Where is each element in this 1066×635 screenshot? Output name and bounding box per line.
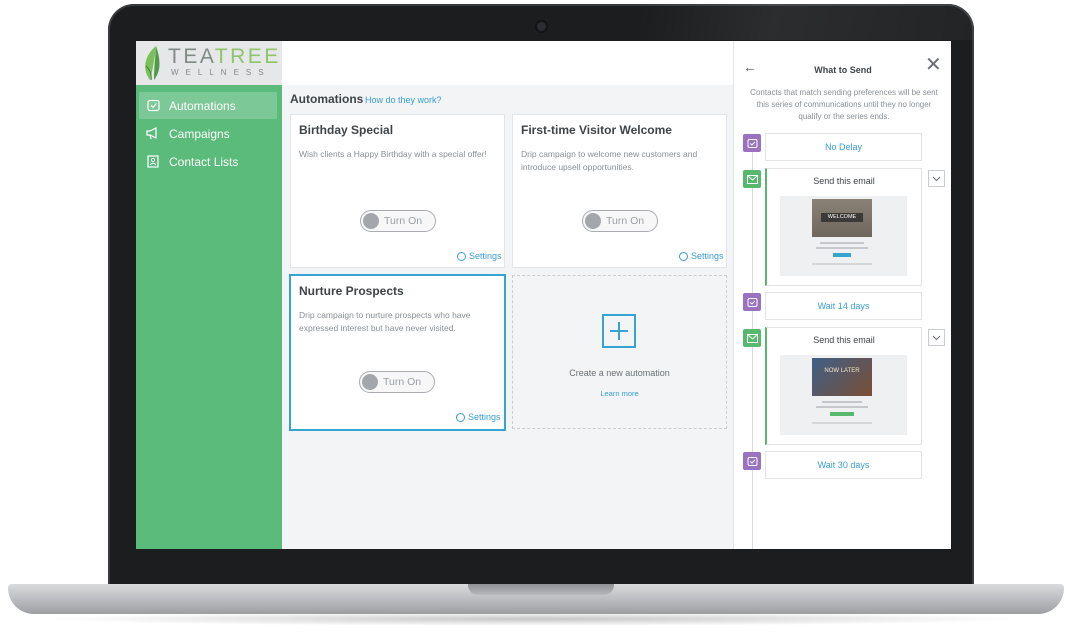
automation-card-visitor-welcome[interactable]: First-time Visitor Welcome Drip campaign… [512,114,727,268]
toggle-knob [363,213,379,229]
chevron-down-icon [932,176,941,181]
turn-on-toggle[interactable]: Turn On [582,210,658,232]
thumbnail-text-line [812,263,872,265]
sidebar-item-label: Campaigns [169,126,230,141]
expand-step-button[interactable] [928,329,945,346]
thumbnail-text-line [820,242,864,244]
brand-tagline: WELLNESS [171,68,271,77]
thumbnail-image: WELCOME [812,199,872,237]
thumbnail-button [833,253,851,257]
brand-name-part1: TEA [168,45,215,68]
what-to-send-panel: ← What to Send ✕ Contacts that match sen… [733,41,951,549]
gear-icon [679,251,688,261]
wait-step-label: No Delay [824,142,862,152]
sidebar-item-contact-lists[interactable]: Contact Lists [139,148,277,175]
sidebar-item-label: Contact Lists [169,154,239,169]
settings-link[interactable]: Settings [456,412,501,422]
wait-step-label: Wait 30 days [817,460,870,470]
email-step-label: Send this email [813,176,875,186]
wait-step-no-delay[interactable]: No Delay [765,133,922,161]
brand-name: TEATREE [168,46,281,67]
settings-label: Settings [469,251,502,261]
email-envelope-icon [743,170,761,188]
chevron-down-icon [932,335,941,340]
close-icon[interactable]: ✕ [925,55,942,75]
bezel-glare [640,4,974,40]
create-automation-card[interactable]: Create a new automation Learn more [512,275,727,429]
automation-card-birthday[interactable]: Birthday Special Wish clients a Happy Bi… [290,114,505,268]
thumbnail-button [830,412,854,416]
thumbnail-caption: NOW LATER [824,368,860,374]
plus-icon[interactable] [602,314,636,348]
create-automation-label: Create a new automation [569,368,670,378]
top-bar [282,41,733,85]
leaf-logo-icon [145,46,160,81]
brand-name-part2: TREE [214,45,281,68]
page-title: Automations [290,92,364,106]
webcam [537,22,546,31]
wait-step-30-days[interactable]: Wait 30 days [765,451,922,479]
laptop-base-notch [468,584,614,595]
thumbnail-text-line [816,406,868,408]
learn-more-link[interactable]: Learn more [513,389,726,398]
sidebar-item-campaigns[interactable]: Campaigns [139,120,277,147]
toggle-label: Turn On [383,376,422,388]
email-step-1[interactable]: Send this email WELCOME [765,168,922,286]
toggle-label: Turn On [384,215,423,227]
email-thumbnail-welcome: WELCOME [780,196,907,276]
thumbnail-text-line [822,401,862,403]
email-step-label: Send this email [813,335,875,345]
settings-link[interactable]: Settings [457,251,502,261]
email-thumbnail-now-later: NOW LATER [780,355,907,435]
sidebar: TEATREE WELLNESS Automations Campaigns C… [136,41,282,549]
settings-label: Settings [468,412,501,422]
app-screen: TEATREE WELLNESS Automations Campaigns C… [136,41,951,549]
toggle-knob [585,213,601,229]
card-title: Nurture Prospects [299,284,404,298]
sidebar-item-label: Automations [169,98,236,113]
card-title: Birthday Special [299,123,394,137]
clock-icon [145,98,161,114]
settings-label: Settings [691,251,724,261]
wait-clock-icon [743,293,761,311]
megaphone-icon [145,126,161,142]
card-description: Drip campaign to welcome new customers a… [521,149,698,172]
turn-on-toggle[interactable]: Turn On [359,371,435,393]
toggle-label: Turn On [606,215,645,227]
card-title: First-time Visitor Welcome [521,123,672,137]
wait-clock-icon [743,134,761,152]
help-link[interactable]: How do they work? [365,95,442,105]
thumbnail-text-line [816,247,868,249]
panel-title: What to Send [814,65,872,75]
turn-on-toggle[interactable]: Turn On [360,210,436,232]
gear-icon [456,412,465,422]
laptop-shadow [40,612,1030,626]
settings-link[interactable]: Settings [679,251,724,261]
email-step-2[interactable]: Send this email NOW LATER [765,327,922,445]
card-description: Drip campaign to nurture prospects who h… [299,310,471,333]
automation-card-nurture-prospects[interactable]: Nurture Prospects Drip campaign to nurtu… [289,274,506,431]
toggle-knob [362,374,378,390]
contact-book-icon [145,154,161,170]
panel-description: Contacts that match sending preferences … [750,88,938,121]
thumbnail-image: NOW LATER [812,358,872,396]
wait-step-label: Wait 14 days [817,301,870,311]
card-description: Wish clients a Happy Birthday with a spe… [299,149,487,159]
thumbnail-text-line [812,422,872,424]
sidebar-item-automations[interactable]: Automations [139,92,277,119]
expand-step-button[interactable] [928,170,945,187]
brand-logo[interactable]: TEATREE WELLNESS [136,41,282,85]
thumbnail-caption: WELCOME [821,213,863,222]
email-envelope-icon [743,329,761,347]
gear-icon [457,251,466,261]
wait-clock-icon [743,452,761,470]
wait-step-14-days[interactable]: Wait 14 days [765,292,922,320]
